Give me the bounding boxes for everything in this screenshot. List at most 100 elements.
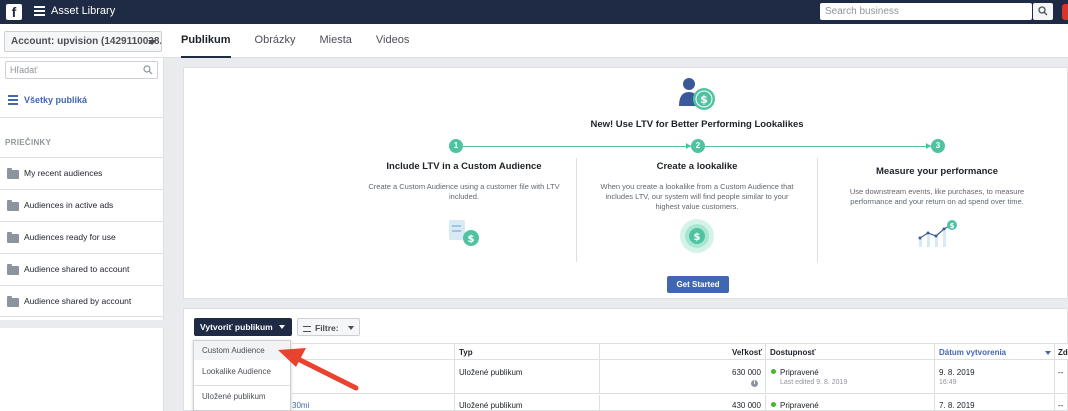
red-arrow-annotation (278, 348, 359, 391)
step-title: Create a lookalike (656, 161, 738, 172)
column-separator (454, 395, 455, 411)
chevron-down-icon (348, 326, 354, 330)
svg-text:$: $ (700, 93, 708, 106)
sidebar-divider (0, 320, 164, 328)
row-date: 9. 8. 2019 (939, 368, 975, 377)
tab-miesta[interactable]: Miesta (319, 24, 351, 58)
row-status: Pripravené (780, 368, 819, 377)
step-number-badge: 1 (449, 139, 463, 153)
tab-obrazky[interactable]: Obrázky (255, 24, 296, 58)
app-title[interactable]: Asset Library (51, 5, 115, 17)
get-started-button[interactable]: Get Started (667, 276, 729, 293)
dollar-target-icon: $ (680, 219, 714, 253)
folders-section-title: PRIEČINKY (5, 138, 52, 147)
filter-button[interactable]: Filtre: (297, 318, 360, 336)
create-audience-label: Vytvoriť publikum (200, 322, 273, 332)
folder-icon (7, 200, 19, 211)
column-separator (765, 344, 766, 361)
column-header-extra[interactable]: Zd (1058, 348, 1068, 357)
row-date: 7. 8. 2019 (939, 401, 975, 410)
table-header: Typ Veľkosť Dostupnosť Dátum vytvorenia … (292, 343, 1068, 361)
status-ready-icon (771, 402, 776, 407)
svg-text:$: $ (468, 234, 475, 245)
row-name[interactable]: 30mi (292, 401, 309, 410)
sidebar: Hľadať Všetky publiká PRIEČINKY My recen… (0, 58, 164, 411)
chevron-down-icon (279, 325, 285, 329)
search-button[interactable] (1033, 3, 1053, 20)
sidebar-item-all-audiences[interactable]: Všetky publiká (0, 86, 163, 118)
table-row[interactable]: 30mi Uložené publikum 430 000 Pripravené… (292, 395, 1068, 411)
column-header-size[interactable]: Veľkosť (732, 348, 762, 357)
step-title: Include LTV in a Custom Audience (386, 161, 542, 172)
business-search-input[interactable]: Search business (820, 3, 1032, 20)
create-audience-button[interactable]: Vytvoriť publikum (194, 318, 292, 336)
row-extra: -- (1058, 401, 1064, 410)
account-selector[interactable]: Account: upvision (1429110028... (4, 31, 162, 52)
facebook-logo-icon[interactable]: f (6, 4, 22, 20)
column-separator (599, 360, 600, 394)
sort-descending-icon[interactable] (1045, 351, 1051, 355)
sidebar-lower-area (0, 328, 163, 411)
status-ready-icon (771, 369, 776, 374)
folder-label: My recent audiences (24, 168, 103, 178)
column-separator (1054, 344, 1055, 361)
column-separator (599, 395, 600, 411)
tab-publikum[interactable]: Publikum (181, 24, 231, 58)
row-extra: -- (1058, 368, 1064, 377)
sub-header: Account: upvision (1429110028... Publiku… (0, 24, 1068, 58)
column-separator (599, 344, 600, 361)
growth-chart-icon: $ (918, 220, 957, 247)
step-column: Create a lookalike When you create a loo… (582, 158, 812, 259)
filter-icon (303, 325, 311, 332)
tab-videos[interactable]: Videos (376, 24, 409, 58)
column-separator (765, 395, 766, 411)
list-icon (8, 95, 18, 105)
row-size: 630 000 (732, 368, 761, 377)
step-description: Use downstream events, like purchases, t… (849, 187, 1025, 206)
svg-text:$: $ (694, 232, 701, 243)
row-type: Uložené publikum (459, 401, 523, 410)
folder-label: Audiences in active ads (24, 200, 114, 210)
sidebar-folder-item[interactable]: Audiences ready for use (0, 221, 163, 253)
sidebar-search-input[interactable]: Hľadať (5, 61, 158, 79)
step-description: When you create a lookalike from a Custo… (600, 182, 794, 211)
column-separator (765, 360, 766, 394)
step-number-badge: 3 (931, 139, 945, 153)
top-bar: f Asset Library Search business (0, 0, 1068, 24)
svg-text:$: $ (950, 222, 955, 230)
folder-label: Audiences ready for use (24, 232, 116, 242)
sidebar-search-placeholder: Hľadať (10, 65, 38, 75)
row-status: Pripravené (780, 401, 819, 410)
column-header-type[interactable]: Typ (459, 348, 473, 357)
folder-label: Audience shared to account (24, 264, 130, 274)
column-separator (934, 344, 935, 361)
ltv-promo-panel: $ New! Use LTV for Better Performing Loo… (183, 67, 1068, 299)
table-row[interactable]: Uložené publikum 630 000 i Pripravené La… (292, 360, 1068, 394)
info-icon[interactable]: i (751, 380, 758, 387)
row-time: 16:49 (939, 379, 957, 386)
row-status-sub: Last edited 9. 8. 2019 (780, 379, 848, 386)
sidebar-folder-item[interactable]: Audiences in active ads (0, 189, 163, 221)
folder-icon (7, 168, 19, 179)
notification-badge[interactable] (1062, 4, 1068, 20)
step-column: Include LTV in a Custom Audience Create … (349, 158, 579, 253)
sidebar-folder-item[interactable]: Audience shared by account (0, 285, 163, 317)
folder-icon (7, 232, 19, 243)
row-type: Uložené publikum (459, 368, 523, 377)
row-size: 430 000 (732, 401, 761, 410)
sidebar-folder-item[interactable]: My recent audiences (0, 157, 163, 189)
search-icon (143, 65, 153, 75)
column-header-created[interactable]: Dátum vytvorenia (939, 348, 1006, 357)
column-header-availability[interactable]: Dostupnosť (770, 348, 816, 357)
column-divider (817, 158, 818, 262)
column-separator (934, 360, 935, 394)
hamburger-menu-icon[interactable] (34, 6, 45, 17)
filter-label: Filtre: (315, 323, 339, 333)
sidebar-item-label: Všetky publiká (24, 95, 88, 105)
promo-title: New! Use LTV for Better Performing Looka… (590, 119, 804, 130)
step-number-badge: 2 (691, 139, 705, 153)
account-label: Account: upvision (1429110028... (11, 36, 162, 47)
sidebar-folder-item[interactable]: Audience shared to account (0, 253, 163, 285)
step-description: Create a Custom Audience using a custome… (368, 182, 560, 201)
column-separator (454, 344, 455, 361)
